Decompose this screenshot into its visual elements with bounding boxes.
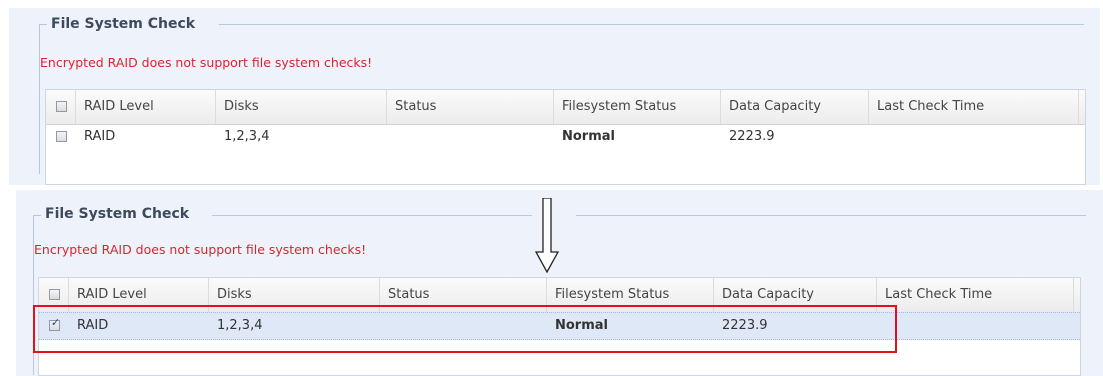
column-header-last-check-time[interactable]: Last Check Time (869, 90, 1079, 124)
column-header-last-check-time[interactable]: Last Check Time (877, 278, 1074, 312)
fieldset-border (39, 24, 40, 174)
fieldset-border (576, 215, 1086, 216)
fieldset-legend: File System Check (51, 16, 196, 32)
down-arrow-icon (535, 198, 559, 274)
fieldset-border (33, 215, 41, 216)
encrypted-raid-warning: Encrypted RAID does not support file sys… (40, 55, 373, 70)
fieldset-border (212, 215, 532, 216)
cell-raid-level: RAID (84, 129, 116, 144)
fieldset-border (219, 24, 1084, 25)
column-header-status[interactable]: Status (387, 90, 554, 124)
cell-filesystem-status: Normal (562, 129, 615, 144)
raid-grid: RAID Level Disks Status Filesystem Statu… (45, 89, 1086, 185)
encrypted-raid-warning: Encrypted RAID does not support file sys… (34, 242, 367, 257)
row-checkbox[interactable] (56, 131, 67, 142)
fieldset-legend: File System Check (45, 206, 190, 222)
column-header-disks[interactable]: Disks (216, 90, 387, 124)
selected-row-highlight-box (33, 305, 897, 353)
select-all-checkbox[interactable] (56, 101, 67, 112)
column-header-filesystem-status[interactable]: Filesystem Status (554, 90, 721, 124)
file-system-check-panel-before: File System Check Encrypted RAID does no… (9, 8, 1100, 185)
select-all-checkbox[interactable] (49, 289, 60, 300)
cell-disks: 1,2,3,4 (224, 129, 270, 144)
header-select-all-cell (46, 90, 76, 124)
fieldset-border (39, 24, 47, 25)
cell-status (387, 124, 395, 150)
cell-last-check-time (869, 124, 877, 150)
cell-data-capacity: 2223.9 (729, 129, 775, 144)
grid-header: RAID Level Disks Status Filesystem Statu… (46, 90, 1085, 125)
table-row[interactable]: RAID 1,2,3,4 Normal 2223.9 (46, 124, 1085, 150)
column-header-raid-level[interactable]: RAID Level (76, 90, 216, 124)
column-header-data-capacity[interactable]: Data Capacity (721, 90, 869, 124)
